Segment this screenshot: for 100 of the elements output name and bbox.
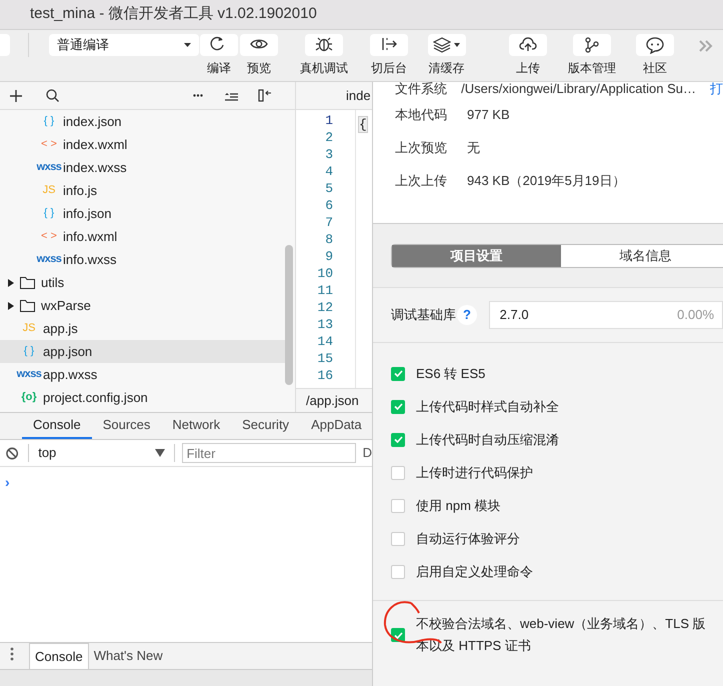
line-number: 4 [325,163,333,180]
file-item[interactable]: { } info.json [0,202,285,225]
info-value: 无 [467,138,480,157]
menu-icon[interactable] [10,647,14,661]
option-label: 使用 npm 模块 [416,496,501,515]
file-item[interactable]: < > index.wxml [0,133,285,156]
option-label: 自动运行体验评分 [416,530,520,548]
file-type-icon: { } [40,205,58,222]
checkbox[interactable] [391,366,405,380]
info-value: 943 KB（2019年5月19日） [467,172,626,190]
file-path: /app.json [306,392,359,410]
checkbox[interactable] [391,432,405,446]
console-prompt[interactable]: › [5,474,10,490]
file-item[interactable]: wxParse [0,294,285,317]
line-number: 7 [325,214,333,231]
option-label: ES6 转 ES5 [416,364,486,383]
check-icon [394,370,402,377]
option-label: 上传代码时样式自动补全 [416,398,559,416]
settings-tab[interactable]: 项目设置 [392,244,561,266]
check-icon [394,403,402,410]
column-label: D [362,444,372,462]
preview-button[interactable]: 预览 [239,30,279,77]
line-number: 2 [325,129,333,146]
devtools-tab[interactable]: AppData [300,413,373,439]
hide-sidebar-icon[interactable] [258,89,272,102]
file-type-icon: {o} [20,389,38,406]
checkbox[interactable] [391,498,405,512]
file-type-icon: JS [40,182,58,199]
file-item[interactable]: { } app.json [0,340,285,363]
library-version-select[interactable]: 2.7.0 0.00% [488,301,723,329]
file-item[interactable]: wxssapp.wxss [0,363,285,386]
checkbox[interactable] [391,466,405,480]
option-label: 上传时进行代码保护 [416,464,533,482]
file-type-icon: JS [20,320,38,337]
clear-cache-button[interactable]: 清缓存 [419,30,474,77]
checkbox[interactable] [391,564,405,578]
search-icon[interactable] [46,89,59,102]
file-item[interactable]: < > info.wxml [0,225,285,248]
file-item[interactable]: JS app.js [0,317,285,340]
bug-icon [315,36,333,54]
caret-icon [454,43,460,47]
clear-console-icon[interactable] [6,446,18,460]
file-type-icon: { } [20,343,38,360]
line-number: 13 [317,316,333,333]
drawer-tab[interactable]: Console [29,643,89,669]
file-item[interactable]: utils [0,271,285,294]
checkbox[interactable] [391,532,405,546]
settings-tab[interactable]: 域名信息 [561,244,723,266]
check-icon [394,632,402,638]
check-icon [394,436,402,443]
upload-button[interactable]: 上传 [498,30,558,77]
more-icon[interactable] [193,94,203,97]
devtools-tab[interactable]: Security [231,413,300,439]
line-number: 16 [317,367,333,384]
caret-icon [184,43,191,47]
info-label: 文件系统 [395,80,448,98]
info-value: /Users/xiongwei/Library/Application Su… [461,80,696,98]
version-button[interactable]: 版本管理 [562,30,622,77]
context-select[interactable]: top [38,443,165,463]
file-item[interactable]: wxssinfo.wxss [0,248,285,271]
filter-field[interactable]: Filter [182,443,356,463]
file-type-icon: < > [40,136,58,153]
cloud-upload-icon [519,36,537,54]
open-link[interactable]: 打 [710,79,723,99]
file-item[interactable]: { } index.json [0,110,285,133]
help-button[interactable]: ? [457,305,477,325]
scrollbar-thumb[interactable] [285,245,293,385]
file-type-icon: < > [40,228,58,245]
line-number: 11 [317,282,333,299]
caret-icon [154,449,165,457]
info-label: 本地代码 [395,106,448,124]
line-number: 10 [317,265,333,282]
setting-label: 调试基础库 [391,306,457,324]
file-item[interactable]: {o} project.config.json [0,386,285,409]
community-button[interactable]: 社区 [625,30,685,77]
background-button[interactable]: 切后台 [359,30,419,77]
option-label: 上传代码时自动压缩混淆 [416,430,559,449]
checkbox[interactable] [391,400,405,414]
branch-icon [583,36,601,54]
devtools-tab[interactable]: Sources [92,413,162,439]
line-number: 15 [317,350,333,367]
add-icon[interactable] [10,90,22,102]
compile-button[interactable]: 编译 [199,30,239,77]
line-number: 1 [325,112,333,129]
line-number: 6 [325,197,333,214]
option-label: 不校验合法域名、web-view（业务域名）、TLS 版本以及 HTTPS 证书 [416,615,706,655]
line-number: 5 [325,180,333,197]
compile-mode-dropdown[interactable]: 普通编译 [49,34,199,56]
line-number: 14 [317,333,333,350]
code-text: { [358,116,368,133]
debug-button[interactable]: 真机调试 [294,30,354,77]
file-item[interactable]: JS info.js [0,179,285,202]
devtools-tab[interactable]: Network [161,413,232,439]
folder-icon [20,300,35,312]
collapse-all-icon[interactable] [225,90,238,100]
file-item[interactable]: wxssindex.wxss [0,156,285,179]
chat-icon [646,36,664,54]
drawer-tab[interactable]: What's New [88,643,168,669]
line-number: 8 [325,231,333,248]
window-title: test_mina - 微信开发者工具 v1.02.1902010 [30,4,317,24]
